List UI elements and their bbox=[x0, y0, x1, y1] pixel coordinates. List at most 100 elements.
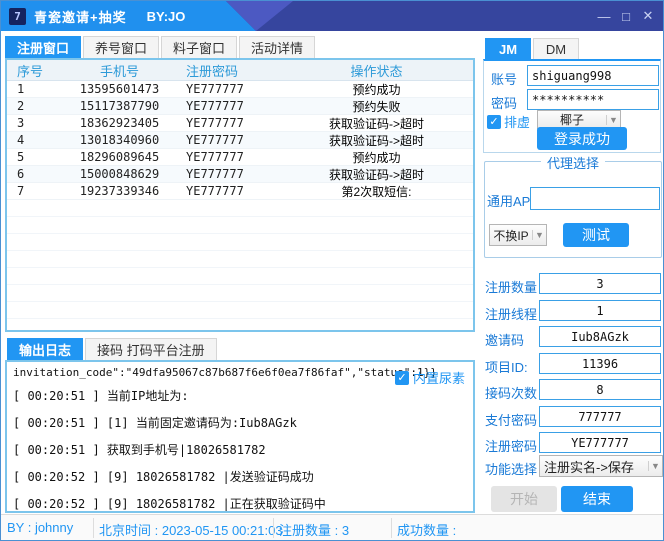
main-tabbar: 注册窗口养号窗口料子窗口活动详情 bbox=[5, 36, 317, 58]
cell-phone: 15117387790 bbox=[59, 99, 180, 113]
table-empty-row bbox=[7, 234, 473, 251]
filter-checkbox-label: 排虚 bbox=[504, 112, 530, 131]
filter-checkbox[interactable]: ✓ 排虚 bbox=[487, 112, 530, 131]
table-empty-row bbox=[7, 217, 473, 234]
column-header: 手机号 bbox=[59, 61, 180, 80]
close-button[interactable]: ✕ bbox=[637, 8, 659, 24]
tab-main-2[interactable]: 养号窗口 bbox=[83, 36, 159, 58]
chevron-down-icon: ▼ bbox=[648, 461, 662, 471]
field-input-7[interactable] bbox=[539, 432, 661, 453]
status-success-count: 成功数量 : bbox=[397, 520, 456, 539]
column-header: 序号 bbox=[7, 61, 59, 80]
cell-status: 预约成功 bbox=[280, 149, 473, 166]
phone-table: 序号手机号注册密码操作状态 113595601473YE777777预约成功21… bbox=[5, 58, 475, 332]
table-row[interactable]: 518296089645YE777777预约成功 bbox=[7, 149, 473, 166]
log-line: [ 00:20:51 ] 获取到手机号|18026581782 bbox=[13, 441, 467, 458]
function-select-value: 注册实名->保存 bbox=[540, 457, 648, 476]
tab-main-4[interactable]: 活动详情 bbox=[239, 36, 315, 58]
ip-mode-dropdown[interactable]: 不换IP ▼ bbox=[489, 224, 547, 246]
checkbox-check-icon: ✓ bbox=[487, 115, 501, 129]
log-tabbar: 输出日志接码 打码平台注册 bbox=[7, 338, 219, 360]
cell-status: 获取验证码->超时 bbox=[280, 115, 473, 132]
minimize-button[interactable]: — bbox=[593, 9, 615, 24]
log-panel: ✓ 内置尿素 invitation_code":"49dfa95067c87b6… bbox=[5, 360, 475, 513]
log-line: [ 00:20:52 ] [9] 18026581782 |正在获取验证码中 bbox=[13, 495, 467, 512]
cell-phone: 13595601473 bbox=[59, 82, 180, 96]
table-header: 序号手机号注册密码操作状态 bbox=[7, 60, 473, 81]
cell-password: YE777777 bbox=[180, 82, 280, 96]
column-header: 注册密码 bbox=[180, 61, 280, 80]
line-dropdown-value: 椰子 bbox=[538, 111, 606, 128]
field-input-6[interactable] bbox=[539, 406, 661, 427]
window-title-by: BY:JO bbox=[147, 9, 186, 24]
cell-status: 获取验证码->超时 bbox=[280, 132, 473, 149]
field-label: 接码次数 bbox=[485, 383, 539, 402]
left-panel: 注册窗口养号窗口料子窗口活动详情 序号手机号注册密码操作状态 113595601… bbox=[1, 31, 479, 516]
cell-index: 6 bbox=[7, 167, 59, 181]
statusbar: BY : johnny 北京时间 : 2023-05-15 00:21:03 注… bbox=[1, 514, 663, 540]
tab-account-1[interactable]: JM bbox=[485, 38, 531, 60]
cell-index: 4 bbox=[7, 133, 59, 147]
table-row[interactable]: 615000848629YE777777获取验证码->超时 bbox=[7, 166, 473, 183]
end-button[interactable]: 结束 bbox=[561, 486, 633, 512]
cell-index: 2 bbox=[7, 99, 59, 113]
table-row[interactable]: 215117387790YE777777预约失败 bbox=[7, 98, 473, 115]
tab-main-3[interactable]: 料子窗口 bbox=[161, 36, 237, 58]
tab-log-2[interactable]: 接码 打码平台注册 bbox=[85, 338, 217, 360]
cell-phone: 13018340960 bbox=[59, 133, 180, 147]
cell-password: YE777777 bbox=[180, 99, 280, 113]
account-input[interactable] bbox=[527, 65, 659, 86]
chevron-down-icon: ▼ bbox=[606, 115, 620, 125]
tab-main-1[interactable]: 注册窗口 bbox=[5, 36, 81, 58]
table-row[interactable]: 113595601473YE777777预约成功 bbox=[7, 81, 473, 98]
login-button[interactable]: 登录成功 bbox=[537, 127, 627, 150]
cell-status: 预约失败 bbox=[280, 98, 473, 115]
field-label: 项目ID: bbox=[485, 357, 539, 376]
column-header: 操作状态 bbox=[280, 61, 473, 80]
app-icon: 7 bbox=[9, 8, 26, 25]
password-label: 密码 bbox=[491, 93, 517, 112]
table-row[interactable]: 318362923405YE777777获取验证码->超时 bbox=[7, 115, 473, 132]
right-panel: JMDM 账号 密码 ✓ 排虚 椰子 ▼ 登录成功 代理选择 通用API 不换I… bbox=[483, 31, 663, 516]
start-button[interactable]: 开始 bbox=[491, 486, 557, 512]
app-window: 7 青瓷邀请+抽奖 BY:JO — □ ✕ 注册窗口养号窗口料子窗口活动详情 序… bbox=[0, 0, 664, 541]
chevron-down-icon: ▼ bbox=[532, 230, 546, 240]
log-line: [ 00:20:52 ] [9] 18026581782 |发送验证码成功 bbox=[13, 468, 467, 485]
field-label: 邀请码 bbox=[485, 330, 539, 349]
field-input-3[interactable] bbox=[539, 326, 661, 347]
cell-password: YE777777 bbox=[180, 150, 280, 164]
ip-mode-value: 不换IP bbox=[490, 227, 532, 244]
cell-password: YE777777 bbox=[180, 184, 280, 198]
status-by: BY : johnny bbox=[7, 520, 73, 535]
maximize-button[interactable]: □ bbox=[615, 9, 637, 24]
field-input-2[interactable] bbox=[539, 300, 661, 321]
status-divider bbox=[391, 518, 392, 538]
titlebar: 7 青瓷邀请+抽奖 BY:JO — □ ✕ bbox=[1, 1, 663, 31]
tab-log-1[interactable]: 输出日志 bbox=[7, 338, 83, 360]
account-tabbar: JMDM bbox=[485, 38, 581, 60]
cell-password: YE777777 bbox=[180, 116, 280, 130]
field-label: 注册密码 bbox=[485, 436, 539, 455]
field-input-1[interactable] bbox=[539, 273, 661, 294]
test-button[interactable]: 测试 bbox=[563, 223, 629, 247]
table-empty-row bbox=[7, 251, 473, 268]
function-select-dropdown[interactable]: 注册实名->保存 ▼ bbox=[539, 455, 663, 477]
cell-phone: 19237339346 bbox=[59, 184, 180, 198]
field-input-4[interactable] bbox=[539, 353, 661, 374]
field-label: 支付密码 bbox=[485, 410, 539, 429]
function-select-label: 功能选择 bbox=[485, 459, 539, 478]
api-label: 通用API bbox=[487, 191, 534, 210]
field-label: 注册线程 bbox=[485, 304, 539, 323]
checkbox-check-icon: ✓ bbox=[395, 371, 409, 385]
tab-account-2[interactable]: DM bbox=[533, 38, 579, 60]
api-input[interactable] bbox=[530, 187, 660, 210]
table-row[interactable]: 413018340960YE777777获取验证码->超时 bbox=[7, 132, 473, 149]
builtin-checkbox-label: 内置尿素 bbox=[413, 368, 465, 387]
field-input-5[interactable] bbox=[539, 379, 661, 400]
table-row[interactable]: 719237339346YE777777第2次取短信: bbox=[7, 183, 473, 200]
password-input[interactable] bbox=[527, 89, 659, 110]
builtin-checkbox[interactable]: ✓ 内置尿素 bbox=[395, 368, 465, 387]
status-divider bbox=[93, 518, 94, 538]
cell-phone: 15000848629 bbox=[59, 167, 180, 181]
table-empty-row bbox=[7, 268, 473, 285]
